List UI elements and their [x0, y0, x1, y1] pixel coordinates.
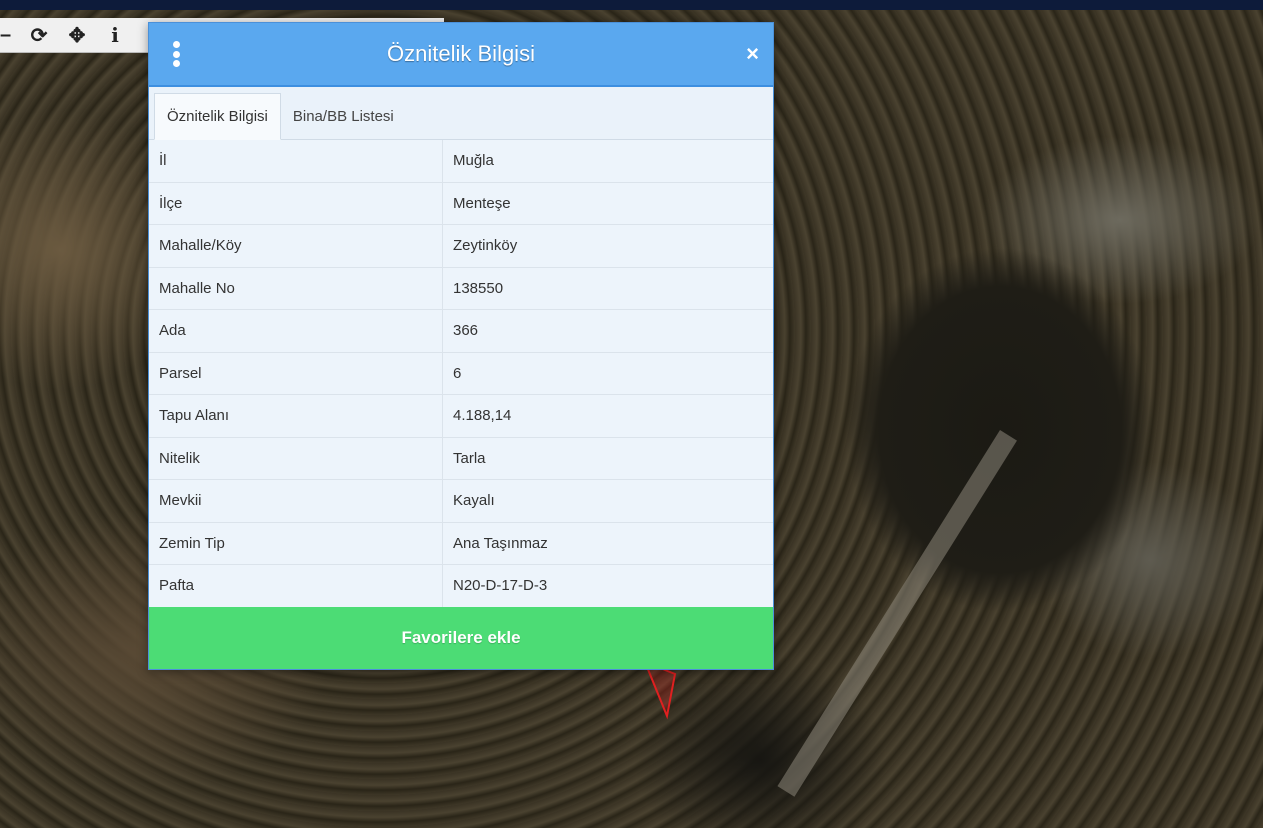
kebab-menu-icon[interactable]	[171, 41, 181, 67]
attribute-key: Pafta	[149, 564, 443, 608]
attribute-table: İl Muğla İlçe Menteşe Mahalle/Köy Zeytinköy Ma…	[149, 140, 773, 608]
attribute-value: Muğla	[442, 140, 773, 183]
attribute-value: Menteşe	[442, 182, 773, 225]
table-row: Mevkii Kayalı	[149, 479, 773, 523]
attribute-value: Zeytinköy	[442, 224, 773, 268]
attribute-key: Mahalle/Köy	[149, 224, 443, 268]
add-to-favorites-button[interactable]: Favorilere ekle	[149, 607, 773, 669]
attribute-key: Mevkii	[149, 479, 443, 523]
attribute-key: Ada	[149, 309, 443, 353]
table-row: Nitelik Tarla	[149, 437, 773, 480]
tab-attribute-info[interactable]: Öznitelik Bilgisi	[154, 93, 281, 140]
attribute-value: Kayalı	[442, 479, 773, 523]
attribute-value: 4.188,14	[442, 394, 773, 438]
table-row: Mahalle/Köy Zeytinköy	[149, 224, 773, 268]
dialog-header[interactable]: Öznitelik Bilgisi ×	[149, 23, 773, 87]
pan-icon[interactable]: ✥	[58, 18, 96, 52]
attribute-key: İlçe	[149, 182, 443, 225]
tab-building-list[interactable]: Bina/BB Listesi	[281, 94, 406, 139]
attribute-value: 366	[442, 309, 773, 353]
info-icon[interactable]: i	[96, 18, 134, 52]
attribute-dialog: Öznitelik Bilgisi × Öznitelik Bilgisi Bi…	[148, 22, 774, 670]
attribute-value: Ana Taşınmaz	[442, 522, 773, 565]
table-row: Pafta N20-D-17-D-3	[149, 564, 773, 608]
table-row: Mahalle No 138550	[149, 267, 773, 310]
attribute-value: N20-D-17-D-3	[442, 564, 773, 608]
table-row: Zemin Tip Ana Taşınmaz	[149, 522, 773, 565]
top-bar	[0, 0, 1263, 10]
attribute-value: Tarla	[442, 437, 773, 480]
refresh-icon[interactable]: ⟳	[20, 18, 58, 52]
table-row: İl Muğla	[149, 140, 773, 183]
attribute-key: Parsel	[149, 352, 443, 395]
table-row: Ada 366	[149, 309, 773, 353]
attribute-value: 138550	[442, 267, 773, 310]
table-row: Tapu Alanı 4.188,14	[149, 394, 773, 438]
zoom-out-icon[interactable]: –	[0, 18, 20, 52]
table-row: İlçe Menteşe	[149, 182, 773, 225]
map-toolbar: – ⟳ ✥ i	[0, 18, 148, 53]
dialog-title: Öznitelik Bilgisi	[387, 41, 535, 66]
attribute-key: İl	[149, 140, 443, 183]
attribute-key: Mahalle No	[149, 267, 443, 310]
table-row: Parsel 6	[149, 352, 773, 395]
attribute-key: Nitelik	[149, 437, 443, 480]
attribute-value: 6	[442, 352, 773, 395]
attribute-key: Zemin Tip	[149, 522, 443, 565]
tab-bar: Öznitelik Bilgisi Bina/BB Listesi	[149, 87, 773, 140]
attribute-key: Tapu Alanı	[149, 394, 443, 438]
close-icon[interactable]: ×	[746, 41, 759, 67]
